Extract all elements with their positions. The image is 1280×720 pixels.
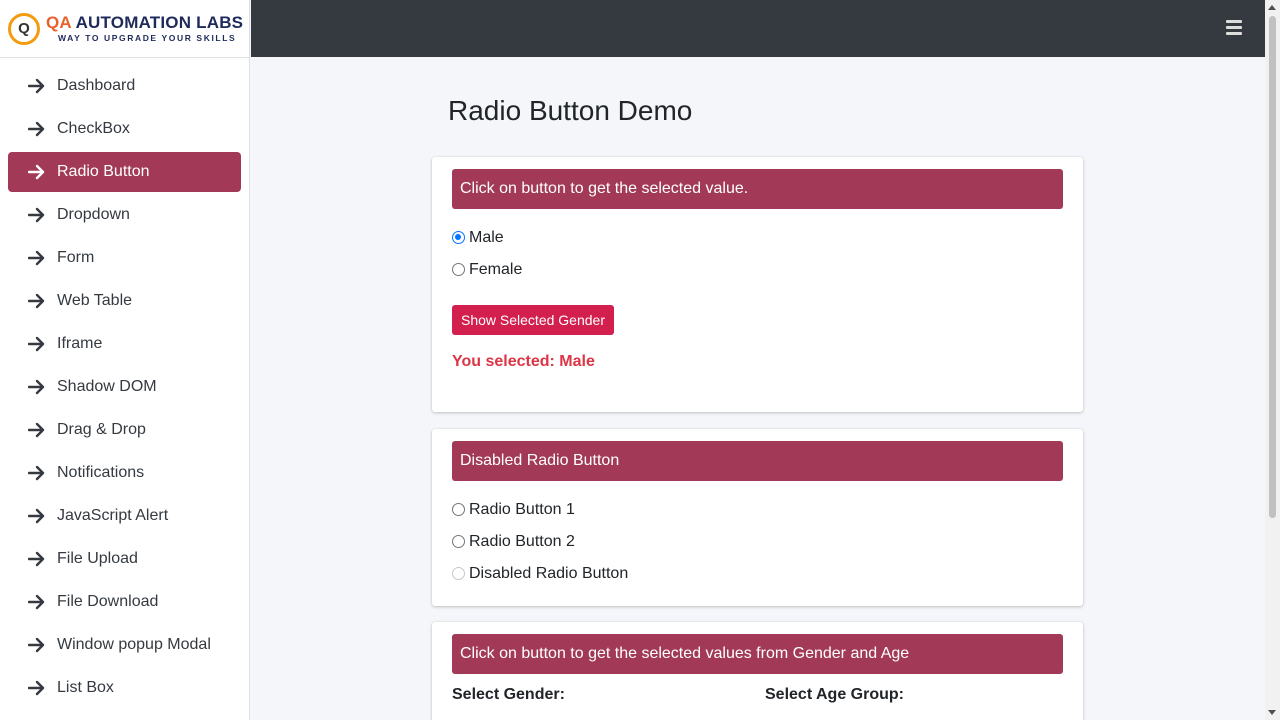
arrow-right-icon [28, 551, 46, 567]
sidebar-item-dropdown[interactable]: Dropdown [8, 195, 241, 235]
radio-disabled [452, 566, 465, 580]
sidebar-item-label: Radio Button [57, 163, 150, 180]
card-header: Disabled Radio Button [452, 441, 1063, 481]
card-header: Click on button to get the selected valu… [452, 634, 1063, 674]
sidebar-item-label: Web Table [57, 292, 133, 309]
page-scrollbar[interactable] [1265, 0, 1280, 720]
brand-logo[interactable]: Q QA AUTOMATION LABS WAY TO UPGRADE YOUR… [0, 0, 249, 58]
sidebar-item-label: List Box [57, 679, 114, 696]
radio-label: Disabled Radio Button [469, 564, 629, 582]
arrow-right-icon [28, 465, 46, 481]
sidebar-item-label: CheckBox [57, 120, 130, 137]
arrow-right-icon [28, 293, 46, 309]
brand-subtitle: WAY TO UPGRADE YOUR SKILLS [58, 33, 237, 44]
arrow-right-icon [28, 637, 46, 653]
sidebar-item-web-table[interactable]: Web Table [8, 281, 241, 321]
radio-option-2[interactable]: Radio Button 2 [452, 525, 1063, 557]
sidebar-nav: Dashboard CheckBox Radio Button Dropdown… [0, 58, 249, 708]
sidebar-item-shadow-dom[interactable]: Shadow DOM [8, 367, 241, 407]
scroll-down-arrow-icon[interactable] [1268, 710, 1276, 715]
sidebar-item-label: Window popup Modal [57, 636, 211, 653]
scrollbar-thumb[interactable] [1269, 16, 1276, 518]
page-title: Radio Button Demo [448, 95, 693, 126]
radio-label: Radio Button 1 [469, 500, 575, 518]
sidebar-item-form[interactable]: Form [8, 238, 241, 278]
scroll-up-arrow-icon[interactable] [1268, 5, 1276, 10]
arrow-right-icon [28, 121, 46, 137]
sidebar-item-label: Shadow DOM [57, 378, 157, 395]
radio-option-1[interactable]: Radio Button 1 [452, 493, 1063, 525]
logo-icon: Q [8, 12, 40, 45]
sidebar-item-radio-button[interactable]: Radio Button [8, 152, 241, 192]
sidebar: Q QA AUTOMATION LABS WAY TO UPGRADE YOUR… [0, 0, 250, 720]
brand-title-rest: AUTOMATION LABS [71, 13, 244, 33]
sidebar-item-label: Form [57, 249, 95, 266]
sidebar-item-label: Dashboard [57, 77, 136, 94]
sidebar-item-checkbox[interactable]: CheckBox [8, 109, 241, 149]
radio-option-male[interactable]: Male [452, 221, 1063, 253]
radio-button-1[interactable] [452, 502, 465, 516]
arrow-right-icon [28, 379, 46, 395]
radio-label: Female [469, 260, 523, 278]
arrow-right-icon [28, 78, 46, 94]
brand-title: QA AUTOMATION LABS [46, 14, 243, 31]
hamburger-icon[interactable] [1226, 20, 1242, 35]
gender-age-card: Click on button to get the selected valu… [432, 622, 1083, 720]
sidebar-item-label: Dropdown [57, 206, 130, 223]
arrow-right-icon [28, 422, 46, 438]
sidebar-item-file-download[interactable]: File Download [8, 582, 241, 622]
arrow-right-icon [28, 594, 46, 610]
sidebar-item-label: Notifications [57, 464, 145, 481]
select-age-group-heading: Select Age Group: [765, 686, 904, 703]
sidebar-item-file-upload[interactable]: File Upload [8, 539, 241, 579]
sidebar-item-dashboard[interactable]: Dashboard [8, 66, 241, 106]
sidebar-item-notifications[interactable]: Notifications [8, 453, 241, 493]
radio-button-2[interactable] [452, 534, 465, 548]
logo-text: QA AUTOMATION LABS WAY TO UPGRADE YOUR S… [46, 14, 243, 43]
arrow-right-icon [28, 164, 46, 180]
sidebar-item-label: File Download [57, 593, 159, 610]
sidebar-item-list-box[interactable]: List Box [8, 668, 241, 708]
radio-female[interactable] [452, 262, 465, 276]
radio-label: Male [469, 228, 504, 246]
top-navbar [251, 0, 1266, 57]
sidebar-item-iframe[interactable]: Iframe [8, 324, 241, 364]
radio-male[interactable] [452, 230, 465, 244]
sidebar-item-label: File Upload [57, 550, 138, 567]
arrow-right-icon [28, 250, 46, 266]
sidebar-item-javascript-alert[interactable]: JavaScript Alert [8, 496, 241, 536]
logo-letter: Q [18, 20, 30, 37]
select-gender-heading: Select Gender: [452, 686, 565, 703]
brand-title-qa: QA [46, 13, 72, 33]
selected-value-card: Click on button to get the selected valu… [432, 157, 1083, 412]
radio-option-disabled: Disabled Radio Button [452, 557, 1063, 589]
sidebar-item-label: Iframe [57, 335, 103, 352]
show-selected-gender-button[interactable]: Show Selected Gender [452, 305, 614, 335]
arrow-right-icon [28, 207, 46, 223]
arrow-right-icon [28, 508, 46, 524]
sidebar-item-window-popup-modal[interactable]: Window popup Modal [8, 625, 241, 665]
arrow-right-icon [28, 336, 46, 352]
card-header: Click on button to get the selected valu… [452, 169, 1063, 209]
sidebar-item-label: Drag & Drop [57, 421, 146, 438]
sidebar-item-label: JavaScript Alert [57, 507, 169, 524]
radio-option-female[interactable]: Female [452, 253, 1063, 285]
radio-label: Radio Button 2 [469, 532, 575, 550]
disabled-radio-card: Disabled Radio Button Radio Button 1 Rad… [432, 429, 1083, 606]
arrow-right-icon [28, 680, 46, 696]
selected-result-text: You selected: Male [452, 353, 595, 370]
sidebar-item-drag-drop[interactable]: Drag & Drop [8, 410, 241, 450]
